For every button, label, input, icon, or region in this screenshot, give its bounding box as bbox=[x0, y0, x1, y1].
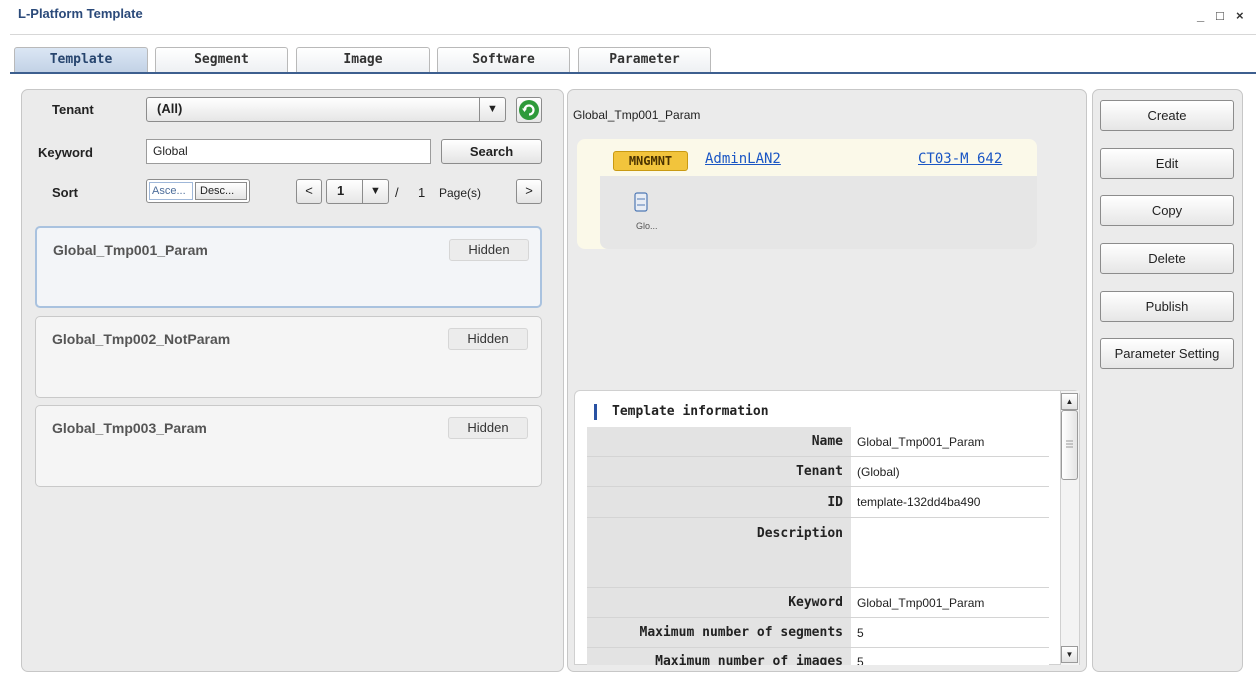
server-icon bbox=[634, 192, 648, 212]
prev-page-button[interactable]: < bbox=[296, 179, 322, 204]
sort-toggle: Asce... Desc... bbox=[146, 179, 250, 203]
publish-button[interactable]: Publish bbox=[1100, 291, 1234, 322]
delete-button[interactable]: Delete bbox=[1100, 243, 1234, 274]
segment-name-link[interactable]: AdminLAN2 bbox=[705, 151, 781, 167]
info-value: Global_Tmp001_Param bbox=[851, 427, 1049, 456]
tab-underline bbox=[10, 72, 1256, 74]
page-current: 1 bbox=[337, 183, 345, 198]
chevron-down-icon: ▼ bbox=[362, 180, 388, 203]
maximize-button[interactable]: □ bbox=[1216, 8, 1224, 23]
scroll-down-button[interactable]: ▼ bbox=[1061, 646, 1078, 663]
chevron-left-icon: < bbox=[305, 183, 313, 198]
info-value: template-132dd4ba490 bbox=[851, 487, 1049, 517]
info-value: (Global) bbox=[851, 457, 1049, 486]
tab-software[interactable]: Software bbox=[437, 47, 570, 72]
info-heading: Template information bbox=[612, 404, 769, 419]
tenant-label: Tenant bbox=[52, 102, 94, 117]
segment-band bbox=[600, 176, 1037, 249]
grip-icon bbox=[1066, 440, 1073, 448]
info-key: ID bbox=[587, 487, 851, 517]
parameter-setting-button[interactable]: Parameter Setting bbox=[1100, 338, 1234, 369]
info-row-id: ID template-132dd4ba490 bbox=[587, 487, 1049, 518]
info-row-tenant: Tenant (Global) bbox=[587, 457, 1049, 487]
page-separator: / bbox=[395, 185, 399, 200]
tab-segment[interactable]: Segment bbox=[155, 47, 288, 72]
app-title: L-Platform Template bbox=[18, 6, 143, 21]
arrow-down-icon: ▼ bbox=[1065, 650, 1074, 659]
template-card[interactable]: Global_Tmp001_Param Hidden bbox=[35, 226, 542, 308]
page-suffix: Page(s) bbox=[439, 186, 482, 200]
tab-parameter[interactable]: Parameter bbox=[578, 47, 711, 72]
info-value: 5 bbox=[851, 618, 1049, 647]
tab-bar: Template Segment Image Software Paramete… bbox=[0, 47, 1256, 72]
search-button[interactable]: Search bbox=[441, 139, 542, 164]
segment-badge: MNGMNT bbox=[613, 151, 688, 171]
info-value bbox=[851, 518, 1049, 587]
edit-button[interactable]: Edit bbox=[1100, 148, 1234, 179]
server-image[interactable] bbox=[634, 192, 648, 215]
info-key: Tenant bbox=[587, 457, 851, 486]
preview-title: Global_Tmp001_Param bbox=[573, 108, 701, 122]
template-card[interactable]: Global_Tmp003_Param Hidden bbox=[35, 405, 542, 487]
info-key: Name bbox=[587, 427, 851, 456]
sort-label: Sort bbox=[52, 185, 78, 200]
server-label: Glo... bbox=[636, 221, 658, 231]
info-key: Description bbox=[587, 518, 851, 587]
info-row-keyword: Keyword Global_Tmp001_Param bbox=[587, 588, 1049, 618]
create-button[interactable]: Create bbox=[1100, 100, 1234, 131]
sort-descending-button[interactable]: Desc... bbox=[195, 182, 247, 200]
status-badge: Hidden bbox=[449, 239, 529, 261]
page-select[interactable]: 1 ▼ bbox=[326, 179, 389, 204]
chevron-down-icon: ▼ bbox=[479, 98, 505, 121]
info-value: 5 bbox=[851, 648, 1049, 665]
page-total: 1 bbox=[418, 185, 426, 200]
next-page-button[interactable]: > bbox=[516, 179, 542, 204]
title-bar: L-Platform Template _ □ × bbox=[0, 0, 1256, 34]
template-card-name: Global_Tmp001_Param bbox=[53, 242, 208, 258]
arrow-up-icon: ▲ bbox=[1065, 397, 1074, 406]
template-card-name: Global_Tmp002_NotParam bbox=[52, 331, 231, 347]
keyword-label: Keyword bbox=[38, 145, 93, 160]
refresh-icon bbox=[519, 100, 539, 120]
tenant-select-value: (All) bbox=[157, 101, 183, 116]
info-value: Global_Tmp001_Param bbox=[851, 588, 1049, 617]
template-card[interactable]: Global_Tmp002_NotParam Hidden bbox=[35, 316, 542, 398]
info-row-max-images: Maximum number of images 5 bbox=[587, 648, 1049, 665]
title-divider bbox=[10, 34, 1256, 35]
tenant-select[interactable]: (All) ▼ bbox=[146, 97, 506, 122]
scroll-up-button[interactable]: ▲ bbox=[1061, 393, 1078, 410]
tab-image[interactable]: Image bbox=[296, 47, 430, 72]
refresh-button[interactable] bbox=[516, 97, 542, 123]
info-row-name: Name Global_Tmp001_Param bbox=[587, 427, 1049, 457]
chevron-right-icon: > bbox=[525, 183, 533, 198]
sort-ascending-button[interactable]: Asce... bbox=[149, 182, 193, 200]
info-heading-marker bbox=[594, 404, 597, 420]
info-row-max-segments: Maximum number of segments 5 bbox=[587, 618, 1049, 648]
minimize-button[interactable]: _ bbox=[1197, 8, 1204, 23]
segment-ref-link[interactable]: CT03-M 642 bbox=[918, 151, 1002, 167]
close-button[interactable]: × bbox=[1236, 8, 1244, 23]
info-key: Maximum number of segments bbox=[587, 618, 851, 647]
scroll-thumb[interactable] bbox=[1061, 410, 1078, 480]
keyword-input[interactable]: Global bbox=[146, 139, 431, 164]
copy-button[interactable]: Copy bbox=[1100, 195, 1234, 226]
status-badge: Hidden bbox=[448, 417, 528, 439]
info-key: Maximum number of images bbox=[587, 648, 851, 665]
status-badge: Hidden bbox=[448, 328, 528, 350]
template-card-name: Global_Tmp003_Param bbox=[52, 420, 207, 436]
info-key: Keyword bbox=[587, 588, 851, 617]
tab-template[interactable]: Template bbox=[14, 47, 148, 72]
info-row-description: Description bbox=[587, 518, 1049, 588]
